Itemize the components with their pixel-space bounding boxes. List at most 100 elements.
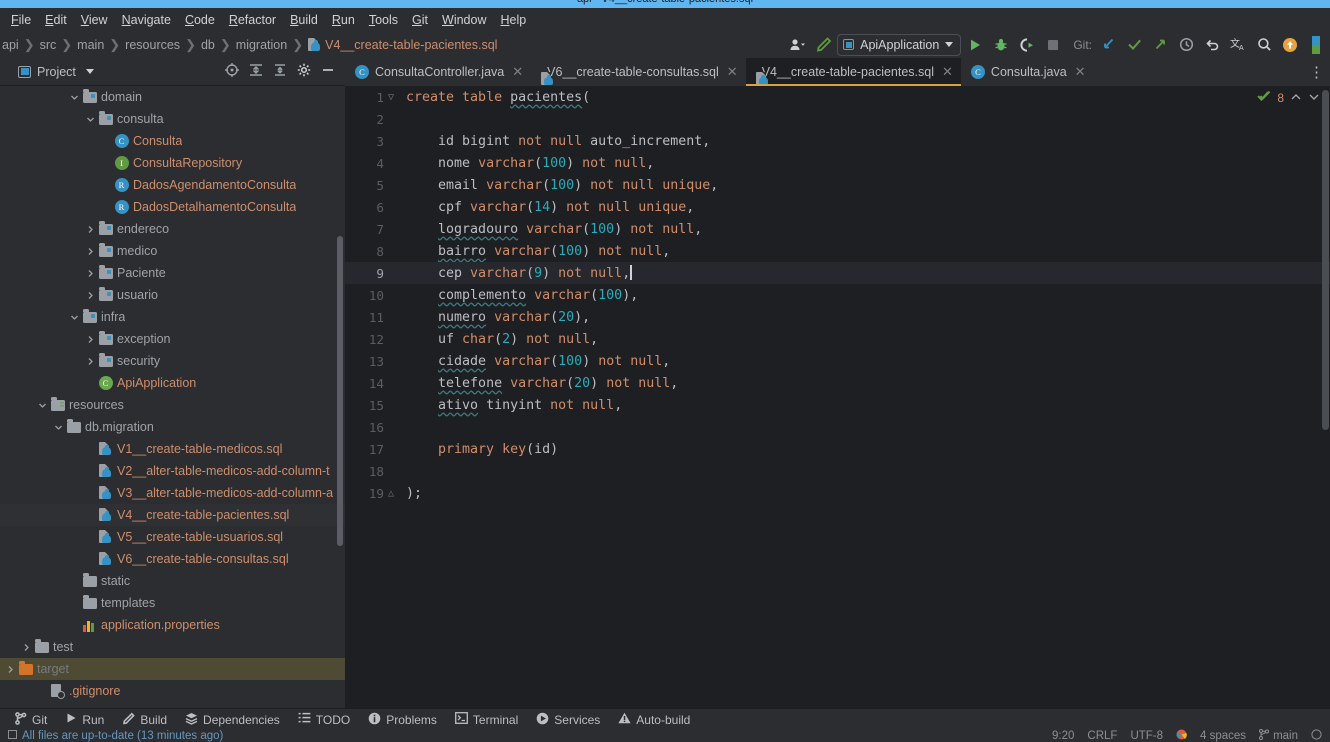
line-text[interactable]: cpf varchar(14) not null unique, [398, 200, 694, 215]
line-text[interactable]: email varchar(100) not null unique, [398, 178, 718, 193]
git-commit-icon[interactable] [1122, 34, 1146, 56]
tree-node[interactable]: target [0, 658, 345, 680]
search-everywhere-icon[interactable] [1252, 34, 1276, 56]
tree-node[interactable]: .gitignore [0, 680, 345, 702]
chevron-down-icon[interactable] [84, 108, 97, 130]
breadcrumb-item-main[interactable]: main [77, 38, 104, 52]
chevron-right-icon[interactable] [20, 636, 33, 658]
chevron-right-icon[interactable] [4, 658, 17, 680]
code-line[interactable]: 17 primary key(id) [345, 438, 1330, 460]
tree-node[interactable]: V5__create-table-usuarios.sql [0, 526, 345, 548]
fold-collapse-icon[interactable]: ▽ [384, 92, 398, 103]
notifications-bell-icon[interactable] [1311, 729, 1322, 742]
tool-window-button-services[interactable]: Services [527, 709, 609, 731]
tree-node[interactable]: test [0, 636, 345, 658]
tree-node[interactable]: usuario [0, 284, 345, 306]
tool-window-button-build[interactable]: Build [113, 709, 176, 731]
git-branch-name[interactable]: main [1273, 730, 1298, 742]
chevron-right-icon[interactable] [84, 218, 97, 240]
code-line[interactable]: 16 [345, 416, 1330, 438]
line-text[interactable]: cidade varchar(100) not null, [398, 354, 670, 369]
menu-item-git[interactable]: Git [405, 11, 435, 29]
line-text[interactable]: ); [398, 486, 422, 501]
breadcrumb-current-file[interactable]: V4__create-table-pacientes.sql [308, 37, 497, 52]
tree-node[interactable]: V1__create-table-medicos.sql [0, 438, 345, 460]
code-editor[interactable]: 1 ▽ create table pacientes(2 3 id bigint no… [345, 86, 1330, 708]
editor-tab[interactable]: C Consulta.java ✕ [961, 58, 1094, 86]
tree-node[interactable]: I ConsultaRepository [0, 152, 345, 174]
tree-node[interactable]: R DadosAgendamentoConsulta [0, 174, 345, 196]
menu-item-window[interactable]: Window [435, 11, 493, 29]
code-line[interactable]: 15 ativo tinyint not null, [345, 394, 1330, 416]
code-line[interactable]: 5 email varchar(100) not null unique, [345, 174, 1330, 196]
chevron-down-icon[interactable] [1308, 91, 1320, 106]
tree-node[interactable]: exception [0, 328, 345, 350]
tree-node[interactable]: V4__create-table-pacientes.sql [0, 504, 345, 526]
tree-node[interactable]: security [0, 350, 345, 372]
tool-window-button-git[interactable]: Git [6, 709, 56, 731]
fold-end-icon[interactable]: △ [384, 488, 398, 499]
line-text[interactable]: ativo tinyint not null, [398, 398, 622, 413]
tree-node[interactable]: resources [0, 394, 345, 416]
code-lines[interactable]: 1 ▽ create table pacientes(2 3 id bigint no… [345, 86, 1330, 708]
git-push-icon[interactable] [1148, 34, 1172, 56]
history-icon[interactable] [1174, 34, 1198, 56]
project-tree-scrollbar[interactable] [337, 236, 343, 546]
caret-position[interactable]: 9:20 [1052, 730, 1074, 742]
menu-item-run[interactable]: Run [325, 11, 362, 29]
chevron-right-icon[interactable] [84, 350, 97, 372]
code-line[interactable]: 3 id bigint not null auto_increment, [345, 130, 1330, 152]
tree-node[interactable]: templates [0, 592, 345, 614]
tree-node[interactable]: Paciente [0, 262, 345, 284]
tree-node[interactable]: application.properties [0, 614, 345, 636]
menu-item-build[interactable]: Build [283, 11, 325, 29]
tool-window-button-terminal[interactable]: Terminal [446, 709, 527, 731]
line-text[interactable]: create table pacientes( [398, 90, 590, 105]
code-line[interactable]: 1 ▽ create table pacientes( [345, 86, 1330, 108]
tree-node[interactable]: R DadosDetalhamentoConsulta [0, 196, 345, 218]
code-line[interactable]: 18 [345, 460, 1330, 482]
hide-icon[interactable] [321, 63, 335, 80]
close-icon[interactable]: ✕ [1075, 64, 1086, 80]
code-line[interactable]: 12 uf char(2) not null, [345, 328, 1330, 350]
menu-item-tools[interactable]: Tools [362, 11, 405, 29]
chevron-down-icon[interactable] [52, 416, 65, 438]
tree-node[interactable]: C Consulta [0, 130, 345, 152]
tree-node[interactable]: V6__create-table-consultas.sql [0, 548, 345, 570]
tree-node[interactable]: consulta [0, 108, 345, 130]
database-icon[interactable] [1176, 729, 1187, 742]
code-line[interactable]: 2 [345, 108, 1330, 130]
breadcrumb-item-api[interactable]: api [2, 38, 19, 52]
line-text[interactable]: cep varchar(9) not null, [398, 265, 632, 281]
tree-node[interactable]: infra [0, 306, 345, 328]
chevron-right-icon[interactable] [84, 240, 97, 262]
menu-item-view[interactable]: View [74, 11, 115, 29]
menu-item-code[interactable]: Code [178, 11, 222, 29]
user-profile-icon[interactable] [785, 34, 809, 56]
code-line[interactable]: 14 telefone varchar(20) not null, [345, 372, 1330, 394]
menu-item-file[interactable]: File [4, 11, 38, 29]
locate-icon[interactable] [225, 63, 239, 80]
tool-window-button-problems[interactable]: Problems [359, 709, 446, 731]
editor-tab[interactable]: V4__create-table-pacientes.sql ✕ [745, 58, 962, 86]
build-hammer-icon[interactable] [811, 34, 835, 56]
inspection-widget[interactable]: 8 [1257, 90, 1320, 106]
chevron-right-icon[interactable] [84, 262, 97, 284]
line-separator[interactable]: CRLF [1087, 730, 1117, 742]
collapse-all-icon[interactable] [273, 63, 287, 80]
line-text[interactable]: primary key(id) [398, 442, 558, 457]
tree-node[interactable]: static [0, 570, 345, 592]
menu-item-navigate[interactable]: Navigate [115, 11, 178, 29]
tool-window-button-auto-build[interactable]: Auto-build [609, 709, 699, 731]
tool-window-button-todo[interactable]: TODO [289, 709, 359, 731]
code-line[interactable]: 11 numero varchar(20), [345, 306, 1330, 328]
editor-tab[interactable]: V6__create-table-consultas.sql ✕ [531, 58, 746, 86]
close-icon[interactable]: ✕ [512, 64, 523, 80]
code-line[interactable]: 7 logradouro varchar(100) not null, [345, 218, 1330, 240]
line-text[interactable]: bairro varchar(100) not null, [398, 244, 670, 259]
editor-tabs-more-icon[interactable]: ⋮ [1303, 58, 1330, 86]
chevron-right-icon[interactable] [84, 284, 97, 306]
code-line[interactable]: 10 complemento varchar(100), [345, 284, 1330, 306]
translate-icon[interactable]: 文A [1226, 34, 1250, 56]
editor-tab[interactable]: C ConsultaController.java ✕ [345, 58, 531, 86]
